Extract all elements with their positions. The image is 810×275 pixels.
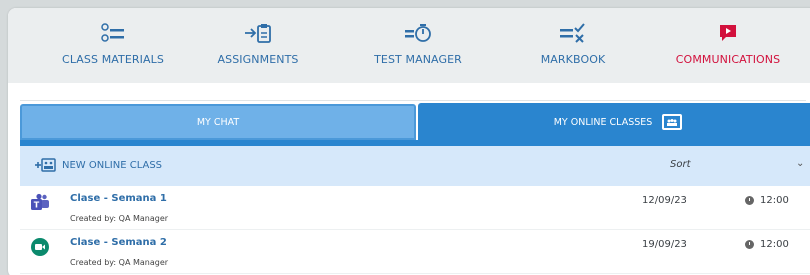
- nav-assignments[interactable]: ASSIGNMENTS: [183, 8, 333, 83]
- new-online-class-button[interactable]: NEW ONLINE CLASS: [34, 158, 162, 172]
- top-navigation: CLASS MATERIALS ASSIGNMENTS TEST MANAGER…: [8, 8, 810, 83]
- video-play-icon: [653, 22, 803, 44]
- nav-communications[interactable]: COMMUNICATIONS: [653, 8, 803, 83]
- class-title[interactable]: Clase - Semana 1: [70, 193, 167, 204]
- nav-class-materials[interactable]: CLASS MATERIALS: [38, 8, 188, 83]
- class-creator: Created by: QA Manager: [70, 258, 169, 267]
- class-time-value: 12:00: [760, 195, 789, 206]
- class-time-value: 12:00: [760, 239, 789, 250]
- class-title[interactable]: Clase - Semana 2: [70, 237, 167, 248]
- nav-markbook[interactable]: MARKBOOK: [498, 8, 648, 83]
- nav-label: COMMUNICATIONS: [675, 53, 781, 66]
- class-date: 12/09/23: [642, 195, 687, 206]
- checklist-icon: [498, 22, 648, 44]
- svg-text:T: T: [34, 201, 40, 210]
- sort-dropdown[interactable]: Sort: [670, 159, 691, 170]
- main-card: CLASS MATERIALS ASSIGNMENTS TEST MANAGER…: [8, 8, 810, 275]
- nav-label: MARKBOOK: [540, 53, 606, 66]
- new-online-class-label: NEW ONLINE CLASS: [62, 159, 163, 171]
- class-row[interactable]: Clase - Semana 2 Created by: QA Manager …: [20, 230, 810, 274]
- nav-label: ASSIGNMENTS: [217, 53, 299, 66]
- class-row[interactable]: T Clase - Semana 1 Created by: QA Manage…: [20, 186, 810, 230]
- class-date: 19/09/23: [642, 239, 687, 250]
- add-class-icon: [35, 158, 56, 172]
- clock-icon: [745, 240, 754, 249]
- tab-bar: MY CHAT MY ONLINE CLASSES: [20, 103, 810, 141]
- list-icon: [38, 22, 188, 44]
- class-time: 12:00: [745, 195, 789, 206]
- clipboard-arrow-icon: [183, 22, 333, 44]
- class-time: 12:00: [745, 239, 789, 250]
- nav-test-manager[interactable]: TEST MANAGER: [343, 8, 493, 83]
- classroom-screen-icon: [662, 114, 683, 130]
- nav-label: CLASS MATERIALS: [62, 53, 164, 66]
- google-meet-icon: [30, 237, 50, 257]
- tab-my-online-classes[interactable]: MY ONLINE CLASSES: [418, 103, 810, 141]
- class-creator: Created by: QA Manager: [70, 214, 169, 223]
- tab-label: MY ONLINE CLASSES: [553, 116, 653, 128]
- tab-label: MY CHAT: [196, 116, 240, 128]
- timer-icon: [343, 22, 493, 44]
- tab-my-chat[interactable]: MY CHAT: [20, 104, 416, 140]
- microsoft-teams-icon: T: [30, 193, 50, 213]
- clock-icon: [745, 196, 754, 205]
- class-toolbar: NEW ONLINE CLASS Sort ⌄: [20, 146, 810, 186]
- divider: [20, 100, 806, 101]
- nav-label: TEST MANAGER: [374, 53, 462, 66]
- chevron-down-icon[interactable]: ⌄: [796, 158, 804, 169]
